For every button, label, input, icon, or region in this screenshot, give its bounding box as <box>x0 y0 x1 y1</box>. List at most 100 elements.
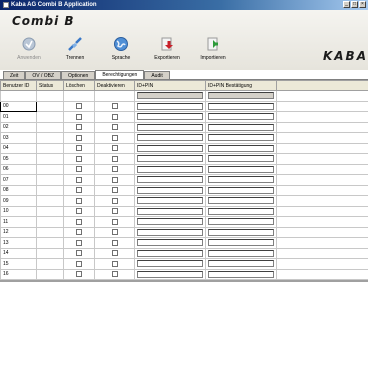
id-pin-confirm-field[interactable] <box>208 239 274 247</box>
delete-checkbox[interactable] <box>76 124 82 131</box>
deactivate-checkbox[interactable] <box>111 271 118 278</box>
id-pin-confirm-field[interactable] <box>208 228 274 236</box>
id-pin-confirm-field[interactable] <box>208 155 274 163</box>
id-pin-confirm-field[interactable] <box>208 144 274 152</box>
toolbar: Anwenden Trennen Sprache Exportieren Imp… <box>6 36 236 61</box>
id-pin-confirm-field[interactable] <box>208 260 274 268</box>
deactivate-checkbox[interactable] <box>111 155 118 162</box>
user-id-cell[interactable]: 01 <box>0 111 37 123</box>
user-id-cell[interactable]: 04 <box>0 142 37 154</box>
minimize-button[interactable]: _ <box>343 1 350 8</box>
delete-checkbox[interactable] <box>76 176 82 183</box>
deactivate-checkbox[interactable] <box>111 218 118 225</box>
delete-checkbox[interactable] <box>76 197 82 204</box>
deactivate-checkbox[interactable] <box>111 197 118 204</box>
deactivate-checkbox[interactable] <box>111 124 118 131</box>
delete-checkbox[interactable] <box>76 229 82 236</box>
id-pin-confirm-field[interactable] <box>208 186 274 194</box>
import-button[interactable]: Importieren <box>190 36 236 61</box>
delete-checkbox[interactable] <box>76 208 82 215</box>
app-name: Combi B <box>12 14 75 28</box>
id-pin-confirm-field[interactable] <box>208 197 274 205</box>
user-id-cell[interactable]: 00 <box>0 100 37 112</box>
deactivate-checkbox[interactable] <box>111 176 118 183</box>
user-id-cell[interactable]: 09 <box>0 195 37 207</box>
id-pin-confirm-field[interactable] <box>208 134 274 142</box>
user-id-cell[interactable]: 14 <box>0 247 37 259</box>
id-pin-field[interactable] <box>137 270 203 278</box>
deactivate-checkbox[interactable] <box>111 208 118 215</box>
id-pin-confirm-field[interactable] <box>208 207 274 215</box>
id-pin-field[interactable] <box>137 155 203 163</box>
empty-cell <box>276 153 368 165</box>
deactivate-checkbox[interactable] <box>111 260 118 267</box>
id-pin-field[interactable] <box>137 113 203 121</box>
id-pin-field[interactable] <box>137 176 203 184</box>
status-cell <box>36 121 64 133</box>
disconnect-button[interactable]: Trennen <box>52 36 98 61</box>
close-button[interactable]: × <box>359 1 366 8</box>
deactivate-checkbox[interactable] <box>111 250 118 257</box>
id-pin-field[interactable] <box>137 102 203 110</box>
delete-checkbox[interactable] <box>76 218 82 225</box>
user-id-cell[interactable]: 03 <box>0 132 37 144</box>
disconnect-icon <box>67 36 83 52</box>
user-id-cell[interactable]: 11 <box>0 216 37 228</box>
id-pin-field[interactable] <box>137 186 203 194</box>
user-id-cell[interactable]: 13 <box>0 237 37 249</box>
user-id-cell[interactable]: 06 <box>0 163 37 175</box>
id-pin-confirm-field[interactable] <box>208 218 274 226</box>
id-pin-field[interactable] <box>137 165 203 173</box>
id-pin-field[interactable] <box>137 228 203 236</box>
delete-checkbox[interactable] <box>76 239 82 246</box>
delete-checkbox[interactable] <box>76 145 82 152</box>
apply-button[interactable]: Anwenden <box>6 36 52 61</box>
delete-checkbox[interactable] <box>76 134 82 141</box>
id-pin-field[interactable] <box>137 144 203 152</box>
id-pin-field[interactable] <box>137 249 203 257</box>
deactivate-checkbox[interactable] <box>111 145 118 152</box>
user-id-cell[interactable]: 05 <box>0 153 37 165</box>
id-pin-field[interactable] <box>137 260 203 268</box>
user-id-cell[interactable]: 15 <box>0 258 37 270</box>
user-id-cell[interactable]: 16 <box>0 268 37 280</box>
delete-checkbox[interactable] <box>76 155 82 162</box>
id-pin-field[interactable] <box>137 218 203 226</box>
id-pin-confirm-field[interactable] <box>208 270 274 278</box>
user-id-cell[interactable]: 02 <box>0 121 37 133</box>
id-pin-confirm-field[interactable] <box>208 102 274 110</box>
id-pin-field[interactable] <box>137 123 203 131</box>
import-label: Importieren <box>200 55 226 61</box>
user-id-cell[interactable]: 07 <box>0 174 37 186</box>
delete-checkbox[interactable] <box>76 103 82 110</box>
delete-checkbox[interactable] <box>76 166 82 173</box>
id-pin-field[interactable] <box>137 197 203 205</box>
delete-checkbox[interactable] <box>76 113 82 120</box>
id-pin-confirm-field[interactable] <box>208 249 274 257</box>
user-id-cell[interactable]: 12 <box>0 226 37 238</box>
maximize-button[interactable]: □ <box>351 1 358 8</box>
id-pin-confirm-field[interactable] <box>208 176 274 184</box>
deactivate-checkbox[interactable] <box>111 134 118 141</box>
user-id-cell[interactable]: 10 <box>0 205 37 217</box>
deactivate-checkbox[interactable] <box>111 103 118 110</box>
deactivate-checkbox[interactable] <box>111 239 118 246</box>
id-pin-confirm-field[interactable] <box>208 123 274 131</box>
id-pin-field[interactable] <box>137 239 203 247</box>
id-pin-confirm-field[interactable] <box>208 113 274 121</box>
deactivate-checkbox[interactable] <box>111 229 118 236</box>
export-button[interactable]: Exportieren <box>144 36 190 61</box>
deactivate-checkbox[interactable] <box>111 113 118 120</box>
delete-checkbox[interactable] <box>76 187 82 194</box>
user-id-cell[interactable]: 08 <box>0 184 37 196</box>
delete-checkbox[interactable] <box>76 250 82 257</box>
id-pin-field[interactable] <box>137 207 203 215</box>
empty-cell <box>276 247 368 259</box>
deactivate-checkbox[interactable] <box>111 187 118 194</box>
delete-checkbox[interactable] <box>76 260 82 267</box>
id-pin-confirm-field[interactable] <box>208 165 274 173</box>
language-button[interactable]: Sprache <box>98 36 144 61</box>
delete-checkbox[interactable] <box>76 271 82 278</box>
deactivate-checkbox[interactable] <box>111 166 118 173</box>
id-pin-field[interactable] <box>137 134 203 142</box>
